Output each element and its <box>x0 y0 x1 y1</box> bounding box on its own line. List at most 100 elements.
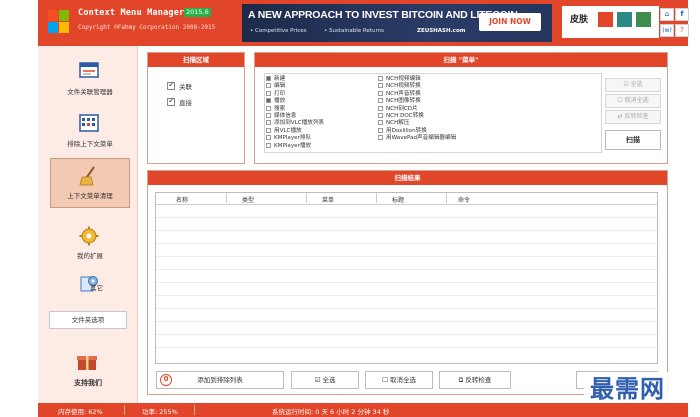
menu-item-checkbox[interactable]: 用WavePad声音编辑器编辑 <box>378 135 456 141</box>
menu-item-checkbox[interactable]: NCH图像转换 <box>378 98 421 104</box>
menu-item-checkbox[interactable]: 用VLC播放 <box>266 127 302 134</box>
checkbox-icon[interactable] <box>266 120 271 126</box>
grid-line <box>156 269 657 270</box>
sidebar-item-exclude-menu[interactable]: 排除上下文菜单 <box>50 112 130 154</box>
column-header-command[interactable]: 命令 <box>458 195 470 204</box>
checkbox-icon[interactable] <box>378 135 383 141</box>
checkbox-icon[interactable] <box>378 90 383 96</box>
join-now-button[interactable]: JOIN NOW <box>479 13 541 31</box>
checkbox-icon[interactable] <box>378 98 383 104</box>
sidebar-item-my-extensions[interactable]: 我的扩展 <box>50 224 130 266</box>
skin-swatch-green[interactable] <box>636 12 651 27</box>
web-icon[interactable]: (w) <box>660 24 674 37</box>
checkbox-icon[interactable] <box>378 105 383 111</box>
column-header-menu[interactable]: 菜单 <box>322 195 334 204</box>
support-us-label[interactable]: 支持我们 <box>40 378 136 388</box>
checkbox-icon[interactable] <box>266 135 271 141</box>
menu-item-label: 新建 <box>274 76 286 82</box>
sidebar-item-label: 上下文菜单清理 <box>67 192 113 200</box>
menu-item-label: 用VLC播放 <box>274 127 302 134</box>
menu-item-checkbox[interactable]: 搜索 <box>266 105 286 112</box>
skin-swatch-red[interactable] <box>598 12 613 27</box>
menu-deselect-all-button[interactable]: ☐ 取消全选 <box>605 94 661 108</box>
menu-item-checkbox[interactable]: NCH视频转换 <box>378 83 421 89</box>
panel-title: 扫描结果 <box>148 171 667 185</box>
help-icon[interactable]: ? <box>675 24 689 37</box>
banner-headline: A NEW APPROACH TO INVEST BITCOIN AND LIT… <box>248 9 518 21</box>
scan-button[interactable]: 扫描 <box>605 130 661 150</box>
menu-item-label: KMPlayer播放 <box>274 142 312 149</box>
menu-item-checkbox[interactable]: 播放 <box>266 98 285 104</box>
checkbox-icon[interactable] <box>378 113 383 118</box>
checkbox-icon[interactable] <box>378 83 383 89</box>
add-to-exclude-list-button[interactable]: 0 添加到排除列表 <box>156 371 284 389</box>
column-header-type[interactable]: 类型 <box>242 195 254 204</box>
scan-area-checkbox-direct[interactable] <box>167 96 175 106</box>
sidebar-item-file-association[interactable]: 文件关联管理器 <box>50 60 130 102</box>
menu-item-checkbox[interactable]: 编辑 <box>266 83 285 89</box>
ad-banner[interactable]: A NEW APPROACH TO INVEST BITCOIN AND LIT… <box>242 4 552 42</box>
menu-item-label: 播放 <box>274 98 286 105</box>
menu-item-checkbox[interactable]: NCH DOC转换 <box>378 113 424 119</box>
menu-item-checkbox[interactable]: 打印 <box>266 90 286 97</box>
gift-icon[interactable] <box>76 353 98 371</box>
version-badge: 2015.6 <box>184 8 211 17</box>
menu-item-checkbox[interactable]: 新建 <box>266 76 285 82</box>
menu-item-checkbox[interactable]: 媒体信息 <box>266 113 296 119</box>
sidebar-item-other[interactable]: 其它 <box>50 272 130 314</box>
results-invert-button[interactable]: ⧉ 反转检查 <box>439 371 511 389</box>
grid-line <box>156 256 657 257</box>
menu-item-label: 用Doxillion转换 <box>386 127 427 134</box>
checkbox-icon[interactable] <box>266 113 271 118</box>
menu-item-checkbox[interactable]: 添加到VLC播放列表 <box>266 120 324 126</box>
grid-line <box>156 321 657 322</box>
status-divider <box>194 405 195 415</box>
checkbox-icon[interactable] <box>378 127 383 133</box>
grid-line <box>156 243 657 244</box>
folder-options-button[interactable]: 文件夹选项 <box>49 311 127 329</box>
results-table[interactable]: 名称 类型 菜单 标题 命令 <box>155 192 658 364</box>
checkbox-icon[interactable] <box>266 105 271 111</box>
status-bar: 内存使用: 62% 功率: 255% 系统运行时间: 0 天 6 小时 2 分钟… <box>38 403 688 417</box>
column-header-title[interactable]: 标题 <box>392 195 404 204</box>
sidebar-item-menu-cleanup[interactable]: 上下文菜单清理 <box>50 164 130 206</box>
checkbox-icon[interactable] <box>266 76 271 81</box>
home-icon[interactable]: ⌂ <box>660 8 674 21</box>
menu-item-label: 编辑 <box>274 83 286 90</box>
panel-title: 扫描区域 <box>148 53 244 67</box>
banner-bullet: • Sustainable Returns <box>324 28 385 34</box>
checkbox-icon[interactable] <box>378 120 383 126</box>
grid-line <box>156 217 657 218</box>
system-uptime: 系统运行时间: 0 天 6 小时 2 分钟 34 秒 <box>272 408 390 416</box>
banner-brand: ZEUSHASH.com <box>417 28 466 34</box>
facebook-icon[interactable]: f <box>675 8 689 21</box>
menu-item-checkbox[interactable]: NCH声音转换 <box>378 90 421 97</box>
memory-usage: 内存使用: 62% <box>58 408 103 416</box>
checkbox-icon[interactable] <box>378 76 383 81</box>
grid-line <box>156 282 657 283</box>
menu-invert-button[interactable]: ⇄ 反转检查 <box>605 110 661 124</box>
menu-item-checkbox[interactable]: KMPlayer排队 <box>266 135 311 141</box>
grid-line <box>156 295 657 296</box>
column-header-name[interactable]: 名称 <box>176 195 188 204</box>
menu-item-checkbox[interactable]: KMPlayer播放 <box>266 142 312 149</box>
checkbox-icon[interactable] <box>266 127 271 133</box>
results-select-all-button[interactable]: ☑ 全选 <box>291 371 359 389</box>
menu-item-checkbox[interactable]: NCH解压 <box>378 120 409 126</box>
checkbox-icon[interactable] <box>266 98 271 104</box>
menu-select-all-button[interactable]: ☑ 全选 <box>605 78 661 92</box>
menu-item-checkbox[interactable]: 用Doxillion转换 <box>378 127 427 134</box>
scan-area-checkbox-associated[interactable] <box>167 80 175 90</box>
checkbox-icon[interactable] <box>266 90 271 96</box>
results-deselect-all-button[interactable]: ☐ 取消全选 <box>365 371 433 389</box>
skin-swatch-teal[interactable] <box>617 12 632 27</box>
menu-item-label: 搜索 <box>274 105 286 112</box>
checkbox-icon[interactable] <box>266 83 271 89</box>
column-divider <box>306 193 307 203</box>
checkbox-icon[interactable] <box>266 142 271 148</box>
menu-item-checkbox[interactable]: NCH刻CD片 <box>378 105 418 112</box>
menu-item-label: 打印 <box>274 90 286 97</box>
menu-item-checkbox[interactable]: NCH视频编辑 <box>378 76 421 82</box>
panel-title: 扫描 "菜单" <box>255 53 667 67</box>
exclude-menu-icon <box>79 114 99 132</box>
